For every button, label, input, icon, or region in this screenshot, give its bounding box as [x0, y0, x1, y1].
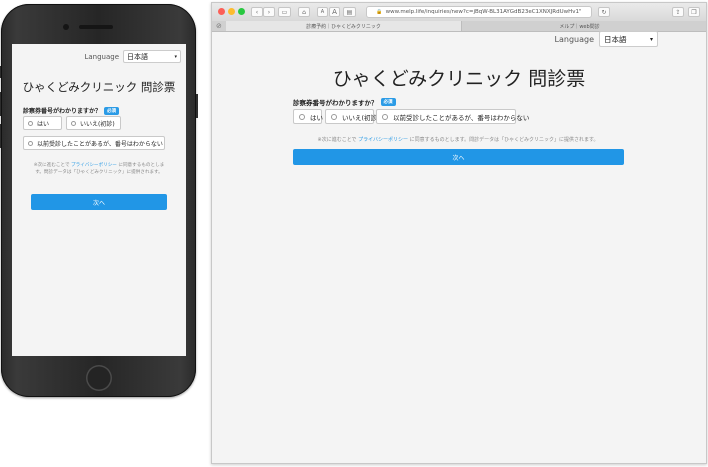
option-no-first-visit[interactable]: いいえ(初診) [66, 116, 121, 130]
print-button[interactable]: ▤ [343, 7, 356, 17]
language-label: Language [84, 52, 119, 61]
next-button[interactable]: 次へ [293, 149, 624, 165]
required-badge: 必須 [380, 98, 396, 106]
tabs-overview-button[interactable]: ❐ [688, 7, 700, 17]
language-select[interactable]: 日本語 ▾ [599, 31, 658, 47]
option-label: いいえ(初診) [80, 120, 115, 128]
option-label: はい [310, 113, 323, 122]
radio-icon[interactable] [28, 120, 33, 126]
privacy-note: ※次に進むことで プライバシーポリシー に同意するものとします。問診データは「ひ… [293, 136, 623, 143]
option-yes[interactable]: はい [293, 109, 323, 124]
printer-icon: ▤ [346, 8, 353, 16]
browser-toolbar: ‹ › ▭ ⌂ A A ▤ 🔒 www.melp.life/inquiries/… [212, 3, 706, 22]
language-value: 日本語 [604, 34, 627, 44]
note-suffix: に同意するものとします。問診データは「ひゃくどみクリニック」に提供されます。 [409, 137, 599, 143]
radio-icon[interactable] [299, 113, 305, 120]
tab-melp-web-inquiry[interactable]: メルプ｜web問診 [462, 21, 697, 31]
radio-icon[interactable] [28, 140, 33, 146]
privacy-policy-link[interactable]: プライバシーポリシー [358, 137, 408, 143]
chevron-left-icon: ‹ [255, 8, 259, 16]
phone-speaker [79, 25, 113, 29]
phone-screen: Language 日本語 ▾ ひゃくどみクリニック 問診票 診察券番号がわかりま… [12, 44, 186, 356]
option-label: はい [37, 120, 50, 128]
minimize-window-button[interactable] [228, 8, 235, 15]
address-bar[interactable]: 🔒 www.melp.life/inquiries/new?c=jBqW-BL3… [366, 6, 592, 18]
share-button[interactable]: ⇪ [672, 7, 684, 17]
option-label: いいえ(初診) [342, 113, 380, 122]
privacy-policy-link[interactable]: プライバシーポリシー [71, 163, 117, 168]
language-selector: Language 日本語 ▾ [84, 50, 181, 63]
home-page-button[interactable]: ⌂ [298, 7, 310, 17]
required-badge: 必須 [104, 106, 120, 115]
next-button[interactable]: 次へ [31, 194, 167, 210]
lock-icon: 🔒 [376, 9, 383, 15]
tabs-icon: ❐ [691, 8, 697, 16]
compass-icon: ⊘ [216, 22, 222, 30]
question-text: 診察券番号がわかりますか？ [293, 99, 378, 107]
tab-clinic-booking[interactable]: 診療予約｜ひゃくどみクリニック [226, 21, 462, 31]
reload-icon: ↻ [601, 8, 607, 16]
volume-up-button [0, 92, 1, 116]
language-selector: Language 日本語 ▾ [555, 31, 658, 47]
tab-label: 診療予約｜ひゃくどみクリニック [306, 23, 381, 30]
question-label: 診察券番号がわかりますか？ 必須 [293, 97, 396, 107]
page-title: ひゃくどみクリニック 問診票 [22, 80, 176, 94]
page-title: ひゃくどみクリニック 問診票 [332, 68, 586, 90]
home-button[interactable] [86, 365, 112, 391]
dropdown-arrow-icon: ▾ [174, 53, 177, 60]
chevron-right-icon: › [267, 8, 271, 16]
option-label: 以前受診したことがあるが、番号はわからない [37, 140, 163, 148]
power-button [196, 94, 198, 118]
forward-button[interactable]: › [263, 7, 275, 17]
close-window-button[interactable] [218, 8, 225, 15]
reload-button[interactable]: ↻ [598, 7, 610, 17]
home-icon: ⌂ [302, 8, 306, 16]
privacy-note: ※次に進むことで プライバシーポリシー に同意するものとします。問診データは「ひ… [30, 162, 168, 176]
dropdown-arrow-icon: ▾ [649, 35, 653, 43]
question-text: 診察券番号がわかりますか？ [23, 108, 102, 115]
volume-down-button [0, 124, 1, 148]
sidebar-icon: ▭ [281, 8, 288, 16]
tab-label: メルプ｜web問診 [559, 23, 600, 30]
option-no-first-visit[interactable]: いいえ(初診) [325, 109, 380, 124]
back-button[interactable]: ‹ [251, 7, 263, 17]
option-unknown-number[interactable]: 以前受診したことがあるが、番号はわからない [376, 109, 529, 124]
language-value: 日本語 [127, 52, 148, 61]
option-unknown-number[interactable]: 以前受診したことがあるが、番号はわからない [23, 136, 165, 150]
mute-switch [0, 66, 1, 78]
language-label: Language [554, 34, 594, 44]
radio-icon[interactable] [331, 113, 337, 120]
address-url: www.melp.life/inquiries/new?c=jBqW-BL31A… [385, 9, 582, 15]
radio-icon[interactable] [382, 113, 388, 120]
radio-icon[interactable] [71, 120, 76, 126]
front-camera [63, 24, 69, 30]
option-yes[interactable]: はい [23, 116, 62, 130]
note-prefix: ※次に進むことで [33, 163, 70, 168]
question-label: 診察券番号がわかりますか？ 必須 [23, 106, 120, 115]
font-small-label: A [320, 9, 325, 15]
smaller-text-button[interactable]: A [317, 7, 328, 17]
sidebar-button[interactable]: ▭ [278, 7, 291, 17]
font-large-label: A [332, 8, 337, 16]
language-select[interactable]: 日本語 ▾ [123, 50, 181, 63]
option-label: 以前受診したことがあるが、番号はわからない [393, 113, 530, 122]
zoom-window-button[interactable] [238, 8, 245, 15]
phone-mockup: Language 日本語 ▾ ひゃくどみクリニック 問診票 診察券番号がわかりま… [0, 4, 198, 397]
share-icon: ⇪ [675, 8, 681, 16]
browser-window: ‹ › ▭ ⌂ A A ▤ 🔒 www.melp.life/inquiries/… [211, 2, 707, 464]
larger-text-button[interactable]: A [329, 7, 340, 17]
note-prefix: ※次に進むことで [317, 137, 357, 143]
